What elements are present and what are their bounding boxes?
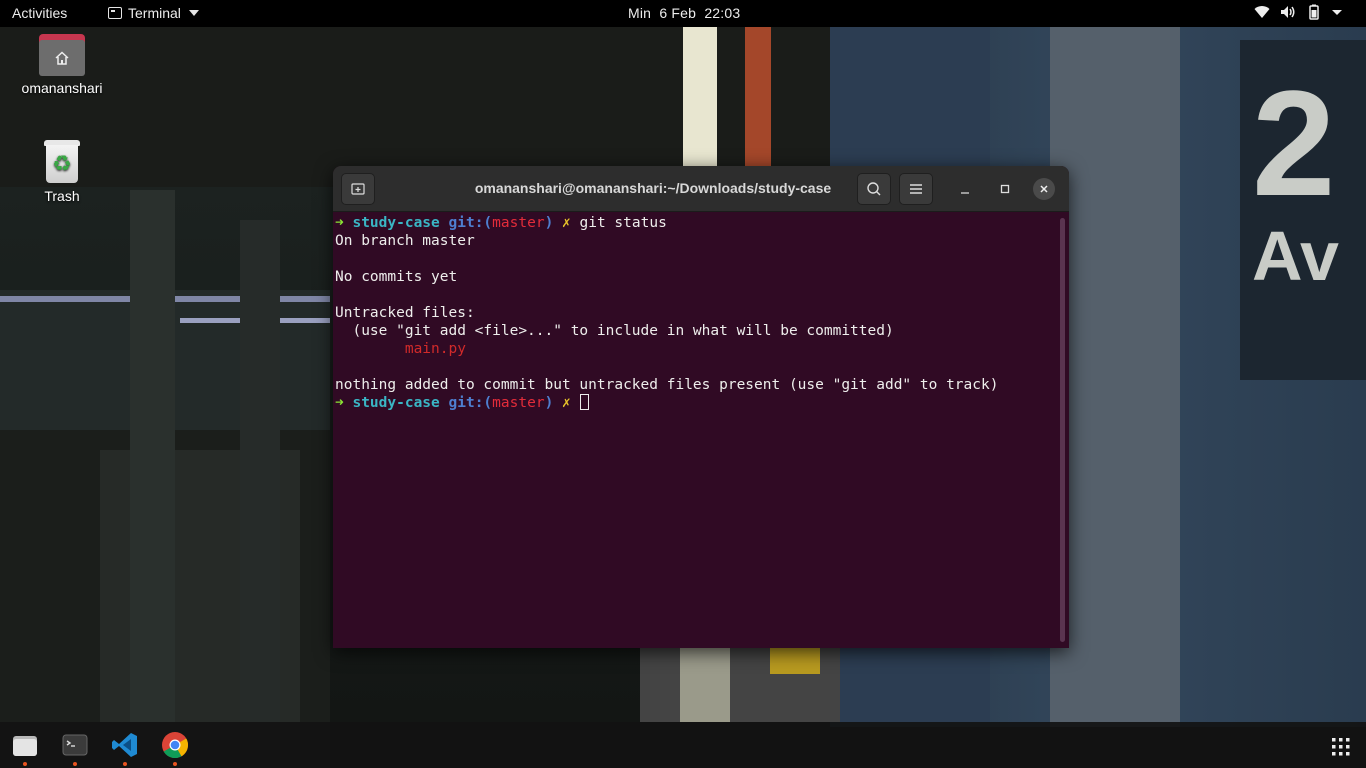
prompt-arrow: ➜ [335, 395, 344, 411]
chevron-down-icon [1332, 10, 1342, 15]
prompt-git-label: git:( [448, 215, 493, 231]
text-cursor [579, 394, 589, 410]
terminal-window[interactable]: omananshari@omananshari:~/Downloads/stud… [333, 166, 1069, 648]
command-text: git status [579, 215, 667, 231]
output-blank [335, 358, 1059, 376]
prompt-dirty-mark: ✗ [562, 395, 571, 411]
svg-text:Av: Av [1252, 217, 1339, 295]
home-folder-label: omananshari [21, 80, 103, 96]
maximize-button[interactable] [994, 178, 1016, 200]
terminal-app-icon [108, 7, 122, 19]
output-line: On branch master [335, 233, 475, 249]
close-button[interactable] [1033, 178, 1055, 200]
prompt-dirty-mark: ✗ [562, 215, 571, 231]
untracked-file-line: main.py [335, 340, 1059, 358]
chevron-down-icon [188, 10, 199, 16]
prompt-directory: study-case [352, 215, 440, 231]
dock [0, 722, 1366, 768]
app-menu[interactable]: Terminal [108, 5, 199, 21]
hamburger-menu-icon [910, 184, 922, 194]
new-tab-button[interactable] [341, 173, 375, 205]
desktop-trash[interactable]: ♻ Trash [7, 140, 117, 204]
output-line: No commits yet [335, 269, 458, 285]
running-indicator [23, 762, 27, 766]
output-blank [335, 250, 1059, 268]
trash-label: Trash [44, 188, 80, 204]
wifi-icon [1254, 6, 1270, 18]
menu-button[interactable] [899, 173, 933, 205]
running-indicator [123, 762, 127, 766]
output-blank [335, 286, 1059, 304]
desktop-home-folder[interactable]: omananshari [7, 34, 117, 96]
terminal-titlebar[interactable]: omananshari@omananshari:~/Downloads/stud… [333, 166, 1069, 212]
prompt-line: ➜ study-case git:(master) ✗ [335, 394, 1059, 412]
prompt-branch: master [492, 395, 545, 411]
battery-icon [1309, 4, 1319, 20]
minimize-button[interactable] [954, 178, 976, 200]
trash-icon: ♻ [44, 140, 80, 184]
terminal-output[interactable]: ➜ study-case git:(master) ✗ git status On… [333, 212, 1059, 648]
output-line: (use "git add <file>..." to include in w… [335, 323, 894, 339]
minimize-icon [961, 192, 969, 194]
activities-button[interactable]: Activities [12, 5, 67, 21]
home-folder-icon [39, 34, 85, 76]
terminal-scrollbar[interactable] [1060, 218, 1065, 642]
dock-chrome[interactable] [161, 731, 189, 759]
prompt-line: ➜ study-case git:(master) ✗ git status [335, 214, 1059, 232]
prompt-arrow: ➜ [335, 215, 344, 231]
prompt-git-close: ) [544, 395, 554, 411]
output-line: nothing added to commit but untracked fi… [335, 377, 999, 393]
search-button[interactable] [857, 173, 891, 205]
prompt-git-close: ) [544, 215, 554, 231]
files-icon [13, 736, 37, 756]
search-icon [867, 182, 881, 196]
terminal-icon [62, 734, 88, 756]
prompt-branch: master [492, 215, 545, 231]
maximize-icon [1000, 184, 1010, 194]
dock-files[interactable] [11, 731, 39, 759]
prompt-git-label: git:( [448, 395, 493, 411]
output-line: Untracked files: [335, 305, 475, 321]
system-tray[interactable] [1254, 4, 1342, 20]
desktop-screen: 2 Av Activities Terminal Min 6 Feb 22:03 [0, 0, 1366, 768]
terminal-title: omananshari@omananshari:~/Downloads/stud… [474, 180, 832, 196]
show-applications-icon[interactable] [1331, 737, 1351, 757]
dock-vscode[interactable] [111, 731, 139, 759]
clock[interactable]: Min 6 Feb 22:03 [628, 5, 740, 21]
vscode-icon [112, 733, 137, 757]
app-menu-label: Terminal [128, 5, 181, 21]
new-tab-icon [351, 183, 365, 195]
top-bar: Activities Terminal Min 6 Feb 22:03 [0, 0, 1366, 27]
running-indicator [173, 762, 177, 766]
svg-text:2: 2 [1252, 59, 1335, 227]
close-icon [1040, 185, 1048, 193]
running-indicator [73, 762, 77, 766]
volume-icon [1281, 6, 1295, 18]
chrome-icon [162, 732, 189, 759]
dock-terminal[interactable] [61, 731, 89, 759]
prompt-directory: study-case [352, 395, 440, 411]
untracked-file: main.py [404, 341, 466, 357]
